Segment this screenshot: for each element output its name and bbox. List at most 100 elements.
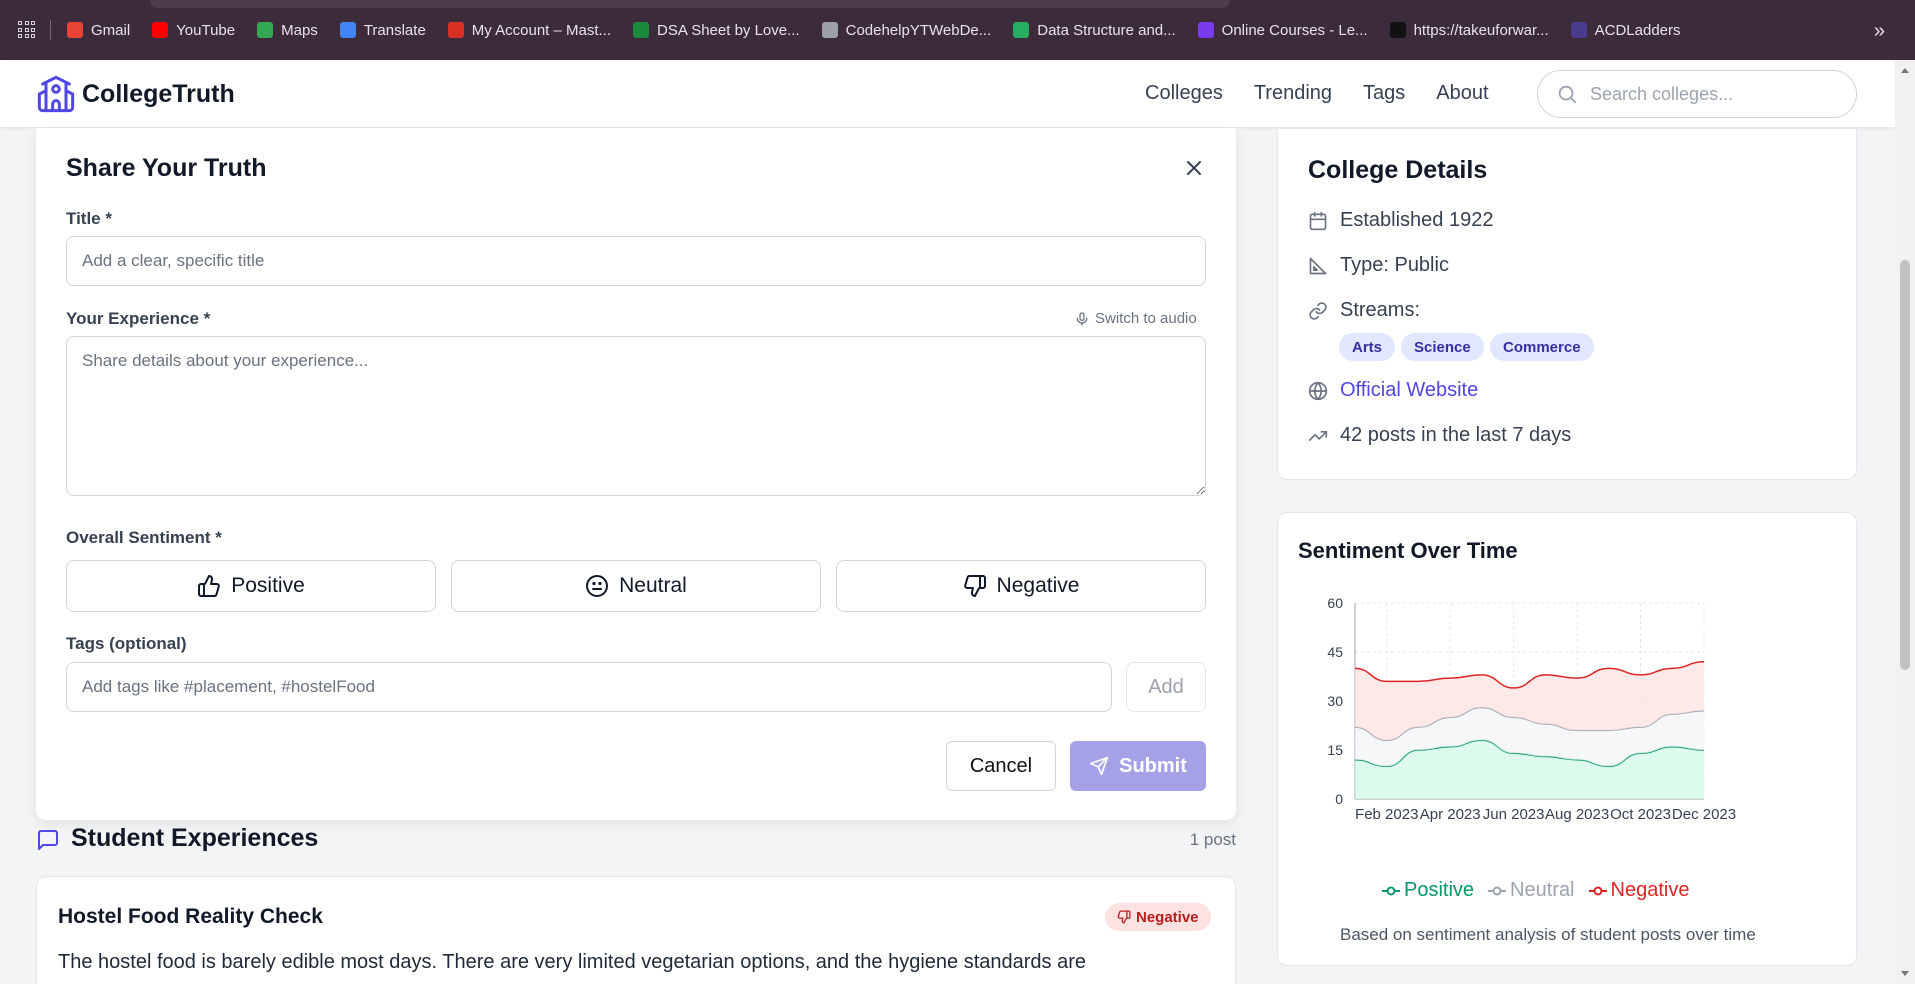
negative-label: Negative: [996, 574, 1080, 597]
nav-tags[interactable]: Tags: [1363, 82, 1405, 105]
calendar-icon: [1309, 211, 1327, 230]
bookmark-label: Data Structure and...: [1037, 21, 1176, 39]
bookmark-item[interactable]: DSA Sheet by Love...: [633, 22, 800, 39]
bookmark-label: Gmail: [91, 21, 131, 39]
type-row: Type: Public: [1308, 254, 1449, 277]
submit-label: Submit: [1119, 754, 1187, 777]
tags-label: Tags (optional): [66, 634, 187, 653]
legend-positive[interactable]: Positive: [1382, 879, 1474, 902]
sentiment-label: Overall Sentiment *: [66, 528, 222, 547]
bookmark-item[interactable]: CodehelpYTWebDe...: [821, 22, 991, 39]
microphone-icon: [1076, 311, 1088, 326]
thumbs-down-icon: [963, 575, 986, 597]
student-experiences-header: Student Experiences 1 post: [36, 822, 1236, 856]
bookmark-favicon-icon: [67, 22, 83, 38]
bookmark-item[interactable]: https://takeuforwar...: [1389, 22, 1549, 39]
bookmark-item[interactable]: Data Structure and...: [1013, 21, 1176, 39]
search-input[interactable]: [1590, 83, 1830, 105]
bookmark-item[interactable]: My Account – Mast...: [447, 21, 612, 39]
sentiment-chart-card: Sentiment Over Time 0 15 30 45 60 Feb 2023 Apr…: [1277, 512, 1857, 966]
bookmark-label: ACDLadders: [1594, 21, 1681, 39]
bookmark-favicon-icon: [1570, 22, 1587, 38]
y-tick-label: 30: [1327, 693, 1343, 709]
sentiment-positive-button[interactable]: Positive: [66, 560, 436, 612]
college-building-icon: [37, 75, 75, 113]
sentiment-negative-button[interactable]: Negative: [836, 560, 1206, 612]
search-icon: [1558, 85, 1577, 104]
title-input[interactable]: [66, 236, 1206, 286]
bookmark-label: My Account – Mast...: [471, 21, 612, 39]
trending-up-icon: [1308, 430, 1328, 441]
legend-neutral-marker: [1488, 886, 1507, 895]
brand-logo[interactable]: CollegeTruth: [36, 74, 235, 114]
college-details-card: College Details Established 1922 Type: P…: [1277, 128, 1857, 480]
share-truth-form: Share Your Truth Title * Your Experience…: [36, 128, 1236, 820]
cancel-button[interactable]: Cancel: [946, 741, 1056, 791]
scroll-down-arrow-icon[interactable]: [1901, 971, 1909, 976]
site-header: CollegeTruth Colleges Trending Tags Abou…: [0, 60, 1895, 128]
x-tick-label: Aug 2023: [1545, 806, 1609, 823]
stream-chip-arts[interactable]: Arts: [1339, 333, 1396, 361]
triangle-ruler-icon: [1309, 257, 1327, 274]
form-title: Share Your Truth: [66, 154, 267, 182]
add-tag-button[interactable]: Add: [1126, 662, 1206, 712]
link-icon: [1309, 301, 1327, 320]
x-tick-label: Jun 2023: [1483, 806, 1545, 823]
post-card[interactable]: Hostel Food Reality Check Negative The h…: [36, 876, 1236, 984]
apps-grid-icon[interactable]: [18, 21, 36, 39]
established-text: Established 1922: [1340, 209, 1494, 231]
nav-colleges[interactable]: Colleges: [1145, 82, 1223, 105]
switch-to-audio-link[interactable]: Switch to audio: [1074, 310, 1197, 327]
bookmark-label: DSA Sheet by Love...: [657, 21, 800, 39]
positive-label: Positive: [231, 574, 305, 597]
established-row: Established 1922: [1308, 209, 1493, 232]
legend-neutral[interactable]: Neutral: [1488, 879, 1575, 902]
sentiment-neutral-button[interactable]: Neutral: [451, 560, 821, 612]
experience-textarea[interactable]: [66, 336, 1206, 496]
close-icon[interactable]: [1182, 156, 1206, 180]
stream-chip-commerce[interactable]: Commerce: [1490, 333, 1594, 361]
chart-caption: Based on sentiment analysis of student p…: [1340, 925, 1756, 944]
y-tick-label: 15: [1327, 742, 1343, 758]
y-tick-label: 60: [1327, 595, 1343, 611]
bookmark-favicon-icon: [152, 22, 169, 38]
bookmark-favicon-icon: [339, 22, 356, 38]
x-tick-label: Oct 2023: [1610, 806, 1671, 823]
bookmark-item[interactable]: YouTube: [152, 22, 235, 39]
sentiment-badge-label: Negative: [1136, 908, 1199, 926]
post-title[interactable]: Hostel Food Reality Check: [58, 905, 323, 929]
official-website-link[interactable]: Official Website: [1340, 379, 1478, 402]
tags-input[interactable]: [66, 662, 1112, 712]
bookmark-item[interactable]: Maps: [257, 22, 318, 39]
page-scrollbar[interactable]: [1895, 60, 1915, 984]
bookmarks-overflow-icon[interactable]: »: [1874, 20, 1885, 43]
submit-button[interactable]: Submit: [1070, 741, 1206, 791]
post-count: 1 post: [1189, 830, 1236, 849]
bookmark-favicon-icon: [821, 22, 838, 38]
bookmark-item[interactable]: ACDLadders: [1570, 21, 1681, 39]
scroll-up-arrow-icon[interactable]: [1901, 68, 1909, 73]
bookmark-label: Online Courses - Le...: [1221, 21, 1368, 39]
title-label: Title *: [66, 209, 112, 228]
nav-about[interactable]: About: [1436, 82, 1488, 105]
bookmark-favicon-icon: [1197, 22, 1214, 38]
bookmark-item[interactable]: Translate: [339, 22, 426, 39]
streams-label: Streams:: [1340, 299, 1421, 321]
chart-legend: Positive Neutral Negative: [1382, 879, 1703, 902]
nav-trending[interactable]: Trending: [1254, 82, 1332, 105]
stream-chip-science[interactable]: Science: [1401, 333, 1484, 361]
bookmark-favicon-icon: [447, 22, 464, 38]
search-box: [1537, 70, 1857, 118]
legend-negative[interactable]: Negative: [1588, 879, 1689, 902]
x-tick-label: Apr 2023: [1420, 806, 1481, 823]
bookmark-item[interactable]: Gmail: [67, 22, 130, 39]
y-tick-label: 45: [1327, 644, 1343, 660]
bookmark-label: Maps: [281, 21, 318, 39]
legend-negative-marker: [1588, 886, 1607, 895]
bookmark-item[interactable]: Online Courses - Le...: [1197, 21, 1368, 39]
bookmark-list: Gmail YouTube Maps Translate My Account – Ma…: [67, 22, 1703, 39]
y-tick-label: 0: [1335, 791, 1343, 807]
legend-positive-marker: [1382, 886, 1400, 895]
bookmark-label: YouTube: [176, 21, 236, 39]
scrollbar-thumb[interactable]: [1900, 260, 1910, 670]
